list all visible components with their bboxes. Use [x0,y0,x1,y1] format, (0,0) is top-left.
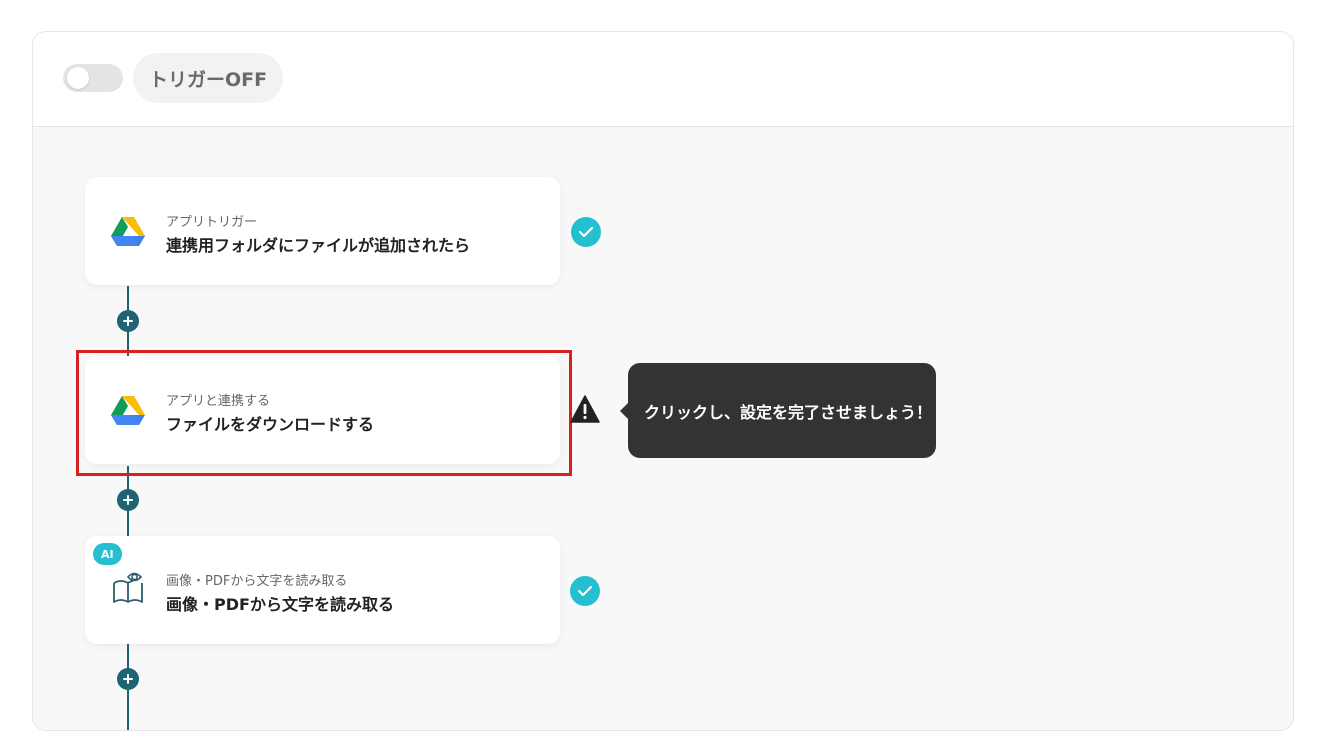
step-title: ファイルをダウンロードする [166,415,375,434]
step-sublabel: 画像・PDFから文字を読み取る [166,574,348,589]
trigger-status-label: トリガーOFF [133,53,284,103]
panel-header: トリガーOFF [33,32,1293,127]
toggle-knob [67,67,89,89]
add-step-button[interactable] [117,668,139,690]
step-card-ocr[interactable]: 画像・PDFから文字を読み取る 画像・PDFから文字を読み取る [85,536,560,644]
ai-badge: AI [93,543,122,565]
workflow-panel: トリガーOFF アプリトリガー 連携用フォルダにファイルが追加されたら アプリと… [32,31,1294,731]
step-complete-icon [571,217,601,247]
google-drive-icon [111,396,145,425]
step-card-trigger[interactable]: アプリトリガー 連携用フォルダにファイルが追加されたら [85,177,560,285]
google-drive-icon [111,217,145,246]
add-step-button[interactable] [117,489,139,511]
add-step-button[interactable] [117,310,139,332]
warning-icon [570,395,600,423]
step-sublabel: アプリトリガー [166,215,258,230]
step-title: 画像・PDFから文字を読み取る [166,595,394,614]
step-sublabel: アプリと連携する [166,394,271,409]
step-complete-icon [570,576,600,606]
setup-tooltip: クリックし、設定を完了させましょう！ [620,363,936,458]
tooltip-text: クリックし、設定を完了させましょう！ [644,402,933,422]
step-card-download[interactable]: アプリと連携する ファイルをダウンロードする [85,356,560,464]
step-title: 連携用フォルダにファイルが追加されたら [166,236,471,255]
trigger-toggle[interactable] [63,64,123,92]
ocr-book-eye-icon [113,572,143,603]
